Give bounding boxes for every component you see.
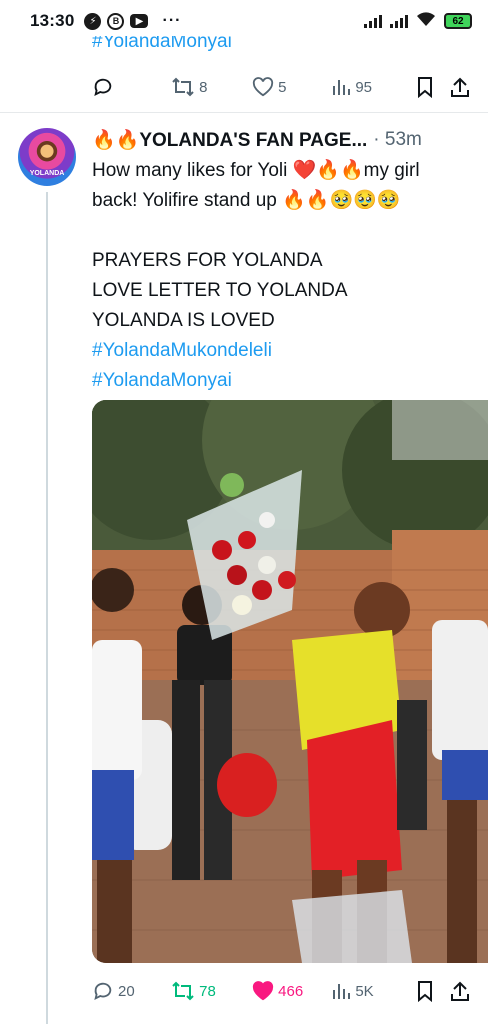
retweet-icon [172, 981, 194, 1001]
share-icon [451, 981, 469, 1001]
view-count: 95 [355, 78, 372, 96]
retweet-button[interactable]: 78 [171, 980, 252, 1002]
tweet-header: 🔥🔥YOLANDA'S FAN PAGE... · 53m [92, 128, 422, 152]
heart-icon [253, 981, 274, 1001]
tweet-line [92, 216, 482, 246]
tweet-line: PRAYERS FOR YOLANDA [92, 250, 323, 271]
wifi-icon [416, 11, 436, 31]
reply-button[interactable] [92, 76, 171, 98]
avatar-label: YOLANDA [29, 170, 65, 177]
share-icon [451, 77, 469, 97]
avatar[interactable]: YOLANDA [18, 128, 76, 186]
bookmark-icon [418, 77, 432, 98]
retweet-count: 8 [199, 78, 208, 96]
like-button[interactable]: 466 [252, 981, 331, 1001]
bookmark-button[interactable] [416, 76, 434, 98]
heart-icon [253, 77, 274, 97]
system-icons: 62 [364, 11, 472, 31]
status-bar: 13:30 ⚡ B ▶ ··· 62 [0, 0, 488, 42]
tweet-actions: 20 78 466 5K [92, 980, 470, 1002]
views-icon [333, 984, 351, 999]
reply-icon [94, 982, 112, 1001]
views-button[interactable]: 5K [331, 981, 416, 1001]
like-button[interactable]: 5 [252, 77, 331, 97]
status-time: 13:30 [30, 11, 75, 30]
retweet-count: 78 [199, 982, 216, 1000]
tweet-time[interactable]: · 53m [373, 129, 422, 151]
retweet-icon [172, 77, 194, 97]
reply-button[interactable]: 20 [92, 980, 171, 1002]
prev-tweet-hashtag[interactable]: #YolandaMonyai [92, 36, 232, 56]
reply-icon [94, 78, 112, 97]
tweet-line: back! Yolifire stand up 🔥🔥🥹🥹🥹 [92, 190, 401, 211]
like-count: 5 [278, 78, 287, 96]
tweet-text: How many likes for Yoli ❤️🔥🔥my girl back… [92, 156, 482, 396]
bookmark-button[interactable] [416, 980, 434, 1002]
hashtag-link[interactable]: #YolandaMonyai [92, 366, 482, 396]
prev-tweet-actions: 8 5 95 [92, 76, 470, 98]
notification-icons: ⚡ B ▶ ··· [84, 12, 181, 30]
signal-icon [390, 14, 408, 28]
view-count: 5K [355, 982, 374, 1000]
b-icon: B [107, 12, 125, 30]
views-button[interactable]: 95 [331, 77, 416, 97]
more-dots-icon: ··· [162, 12, 182, 29]
thread-line [46, 192, 48, 1024]
like-count: 466 [278, 982, 304, 1000]
retweet-button[interactable]: 8 [171, 76, 252, 98]
tweet-line: How many likes for Yoli ❤️🔥🔥my girl [92, 160, 420, 181]
hashtag-link[interactable]: #YolandaMukondeleli [92, 336, 482, 366]
messenger-icon: ⚡ [84, 12, 102, 30]
views-icon [333, 80, 351, 95]
youtube-icon: ▶ [130, 14, 149, 28]
tweet-photo[interactable] [92, 400, 488, 963]
tweet-line: YOLANDA IS LOVED [92, 310, 275, 331]
battery-icon: 62 [444, 13, 472, 29]
signal-icon [364, 14, 382, 28]
tweet-line: LOVE LETTER TO YOLANDA [92, 280, 348, 301]
share-button[interactable] [450, 980, 470, 1002]
share-button[interactable] [450, 76, 470, 98]
tweet-divider [0, 112, 488, 113]
bookmark-icon [418, 981, 432, 1002]
author-name[interactable]: 🔥🔥YOLANDA'S FAN PAGE... [92, 128, 367, 152]
reply-count: 20 [118, 982, 135, 1000]
